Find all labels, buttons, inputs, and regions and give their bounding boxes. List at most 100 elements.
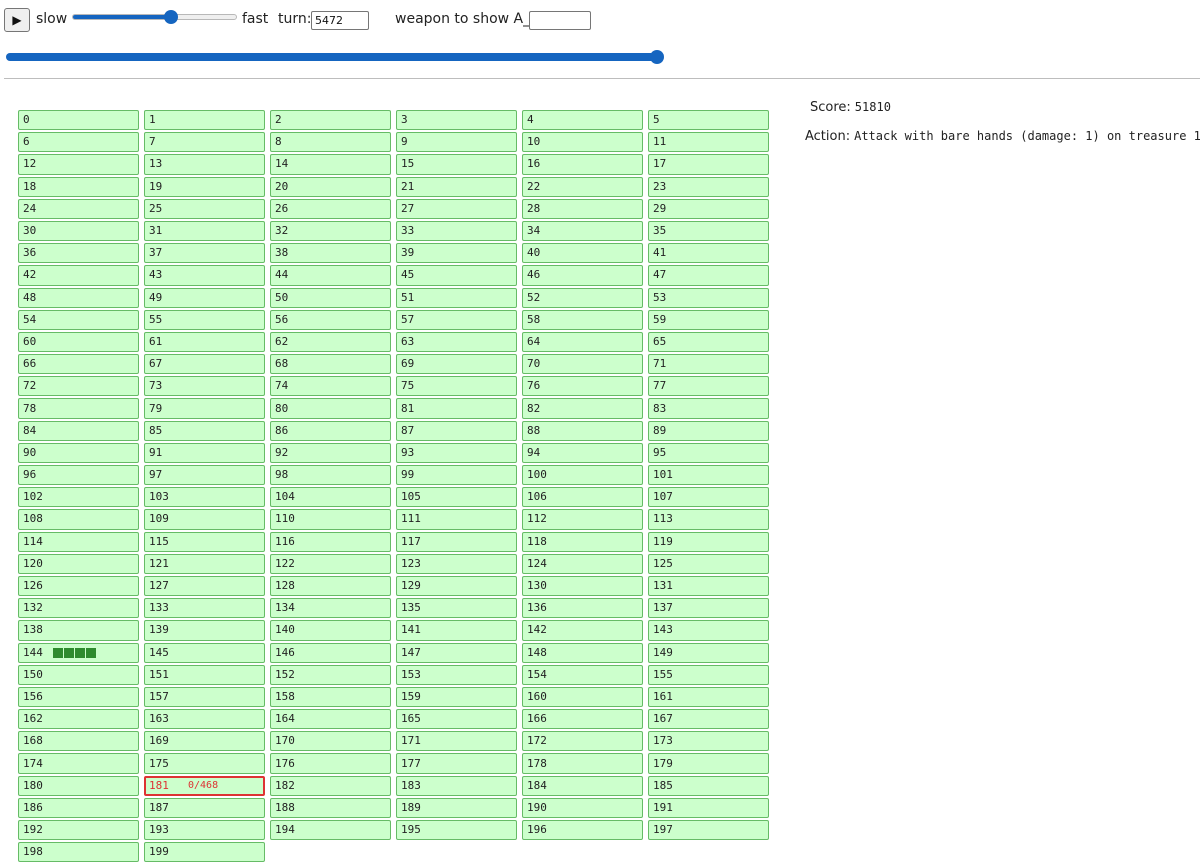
- treasure-cell-9[interactable]: 9: [396, 132, 517, 153]
- treasure-cell-143[interactable]: 143: [648, 620, 769, 641]
- treasure-cell-71[interactable]: 71: [648, 354, 769, 375]
- treasure-cell-158[interactable]: 158: [270, 686, 391, 708]
- treasure-cell-129[interactable]: 129: [396, 575, 517, 597]
- treasure-cell-63[interactable]: 63: [396, 331, 517, 353]
- treasure-cell-90[interactable]: 90: [18, 442, 139, 463]
- treasure-cell-160[interactable]: 160: [522, 686, 643, 708]
- treasure-cell-173[interactable]: 173: [648, 731, 769, 752]
- treasure-cell-27[interactable]: 27: [396, 198, 517, 219]
- treasure-cell-20[interactable]: 20: [270, 176, 391, 197]
- treasure-cell-66[interactable]: 66: [18, 354, 139, 375]
- treasure-cell-62[interactable]: 62: [270, 331, 391, 353]
- treasure-cell-21[interactable]: 21: [396, 176, 517, 197]
- treasure-cell-46[interactable]: 46: [522, 265, 643, 286]
- treasure-cell-84[interactable]: 84: [18, 420, 139, 441]
- treasure-cell-187[interactable]: 187: [144, 797, 265, 818]
- treasure-cell-115[interactable]: 115: [144, 531, 265, 552]
- treasure-cell-5[interactable]: 5: [648, 110, 769, 131]
- treasure-cell-159[interactable]: 159: [396, 686, 517, 708]
- treasure-cell-86[interactable]: 86: [270, 420, 391, 441]
- treasure-cell-43[interactable]: 43: [144, 265, 265, 286]
- treasure-cell-195[interactable]: 195: [396, 820, 517, 841]
- treasure-cell-35[interactable]: 35: [648, 220, 769, 242]
- treasure-cell-101[interactable]: 101: [648, 465, 769, 486]
- treasure-cell-176[interactable]: 176: [270, 753, 391, 774]
- treasure-cell-182[interactable]: 182: [270, 775, 391, 796]
- treasure-cell-49[interactable]: 49: [144, 287, 265, 308]
- treasure-cell-42[interactable]: 42: [18, 265, 139, 286]
- treasure-cell-10[interactable]: 10: [522, 132, 643, 153]
- treasure-cell-93[interactable]: 93: [396, 442, 517, 463]
- treasure-cell-197[interactable]: 197: [648, 820, 769, 841]
- treasure-cell-155[interactable]: 155: [648, 664, 769, 685]
- treasure-cell-108[interactable]: 108: [18, 509, 139, 530]
- treasure-cell-128[interactable]: 128: [270, 575, 391, 597]
- treasure-cell-31[interactable]: 31: [144, 220, 265, 242]
- treasure-cell-12[interactable]: 12: [18, 154, 139, 175]
- treasure-cell-52[interactable]: 52: [522, 287, 643, 308]
- treasure-cell-163[interactable]: 163: [144, 709, 265, 730]
- treasure-cell-175[interactable]: 175: [144, 753, 265, 774]
- treasure-cell-34[interactable]: 34: [522, 220, 643, 242]
- treasure-cell-185[interactable]: 185: [648, 775, 769, 796]
- treasure-cell-99[interactable]: 99: [396, 465, 517, 486]
- treasure-cell-199[interactable]: 199: [144, 842, 265, 863]
- treasure-cell-69[interactable]: 69: [396, 354, 517, 375]
- treasure-cell-171[interactable]: 171: [396, 731, 517, 752]
- treasure-cell-126[interactable]: 126: [18, 575, 139, 597]
- treasure-cell-148[interactable]: 148: [522, 642, 643, 663]
- treasure-cell-132[interactable]: 132: [18, 598, 139, 619]
- treasure-cell-30[interactable]: 30: [18, 220, 139, 242]
- treasure-cell-64[interactable]: 64: [522, 331, 643, 353]
- treasure-cell-61[interactable]: 61: [144, 331, 265, 353]
- treasure-cell-142[interactable]: 142: [522, 620, 643, 641]
- treasure-cell-174[interactable]: 174: [18, 753, 139, 774]
- treasure-cell-25[interactable]: 25: [144, 198, 265, 219]
- treasure-cell-38[interactable]: 38: [270, 243, 391, 264]
- treasure-cell-154[interactable]: 154: [522, 664, 643, 685]
- treasure-cell-26[interactable]: 26: [270, 198, 391, 219]
- treasure-cell-22[interactable]: 22: [522, 176, 643, 197]
- treasure-cell-89[interactable]: 89: [648, 420, 769, 441]
- treasure-cell-135[interactable]: 135: [396, 598, 517, 619]
- treasure-cell-164[interactable]: 164: [270, 709, 391, 730]
- treasure-cell-125[interactable]: 125: [648, 553, 769, 574]
- treasure-cell-109[interactable]: 109: [144, 509, 265, 530]
- treasure-cell-77[interactable]: 77: [648, 376, 769, 397]
- treasure-cell-122[interactable]: 122: [270, 553, 391, 574]
- treasure-cell-110[interactable]: 110: [270, 509, 391, 530]
- treasure-cell-136[interactable]: 136: [522, 598, 643, 619]
- treasure-cell-157[interactable]: 157: [144, 686, 265, 708]
- treasure-cell-88[interactable]: 88: [522, 420, 643, 441]
- treasure-cell-39[interactable]: 39: [396, 243, 517, 264]
- treasure-cell-95[interactable]: 95: [648, 442, 769, 463]
- treasure-cell-198[interactable]: 198: [18, 842, 139, 863]
- treasure-cell-79[interactable]: 79: [144, 398, 265, 419]
- treasure-cell-184[interactable]: 184: [522, 775, 643, 796]
- treasure-cell-194[interactable]: 194: [270, 820, 391, 841]
- treasure-cell-134[interactable]: 134: [270, 598, 391, 619]
- treasure-cell-186[interactable]: 186: [18, 797, 139, 818]
- treasure-cell-102[interactable]: 102: [18, 487, 139, 508]
- treasure-cell-23[interactable]: 23: [648, 176, 769, 197]
- treasure-cell-183[interactable]: 183: [396, 775, 517, 796]
- treasure-cell-33[interactable]: 33: [396, 220, 517, 242]
- treasure-cell-16[interactable]: 16: [522, 154, 643, 175]
- treasure-cell-51[interactable]: 51: [396, 287, 517, 308]
- treasure-cell-29[interactable]: 29: [648, 198, 769, 219]
- treasure-cell-17[interactable]: 17: [648, 154, 769, 175]
- treasure-cell-138[interactable]: 138: [18, 620, 139, 641]
- treasure-cell-116[interactable]: 116: [270, 531, 391, 552]
- treasure-cell-166[interactable]: 166: [522, 709, 643, 730]
- treasure-cell-70[interactable]: 70: [522, 354, 643, 375]
- treasure-cell-147[interactable]: 147: [396, 642, 517, 663]
- treasure-cell-57[interactable]: 57: [396, 309, 517, 330]
- treasure-cell-170[interactable]: 170: [270, 731, 391, 752]
- treasure-cell-112[interactable]: 112: [522, 509, 643, 530]
- treasure-cell-146[interactable]: 146: [270, 642, 391, 663]
- treasure-cell-82[interactable]: 82: [522, 398, 643, 419]
- treasure-cell-150[interactable]: 150: [18, 664, 139, 685]
- treasure-cell-40[interactable]: 40: [522, 243, 643, 264]
- treasure-cell-181[interactable]: 181 0/468: [144, 775, 265, 796]
- treasure-cell-130[interactable]: 130: [522, 575, 643, 597]
